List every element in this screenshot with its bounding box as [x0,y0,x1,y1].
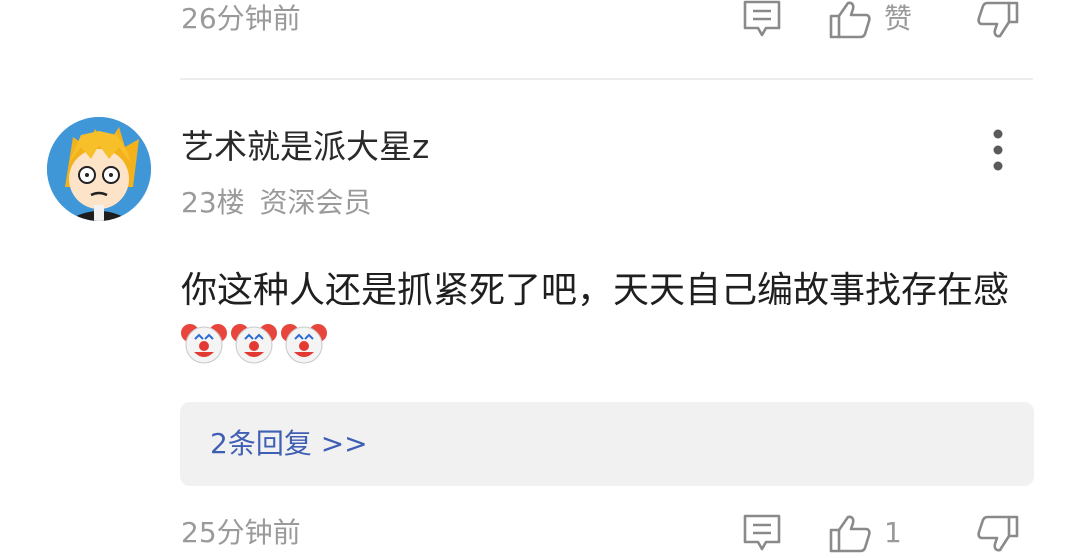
view-replies-link[interactable]: 2条回复 >> [210,424,368,464]
like-label[interactable]: 赞 [884,1,912,37]
comment-time: 25分钟前 [181,516,301,549]
clown-emoji [181,319,227,365]
comment-divider [180,78,1033,80]
thumbs-down-icon[interactable] [976,514,1020,554]
like-count: 1 [884,516,902,549]
thumbs-down-icon[interactable] [976,0,1020,40]
comment-meta: 23楼 资深会员 [181,184,372,222]
comment-icon[interactable] [741,0,783,40]
comment-text-block: 你这种人还是抓紧死了吧，天天自己编故事找存在感 [181,262,1041,376]
thumbs-up-icon[interactable] [828,0,872,40]
username[interactable]: 艺术就是派大星z [181,126,429,168]
clown-emoji [281,319,327,365]
member-badge: 资深会员 [259,186,372,219]
thumbs-up-icon[interactable] [828,514,872,554]
avatar[interactable] [47,117,151,221]
floor-number: 23楼 [181,186,245,219]
prev-comment-time: 26分钟前 [181,2,301,35]
comment-icon[interactable] [741,514,783,554]
comment-text: 你这种人还是抓紧死了吧，天天自己编故事找存在感 [181,270,1010,311]
clown-emoji [231,319,277,365]
more-vertical-icon[interactable] [983,128,1013,176]
